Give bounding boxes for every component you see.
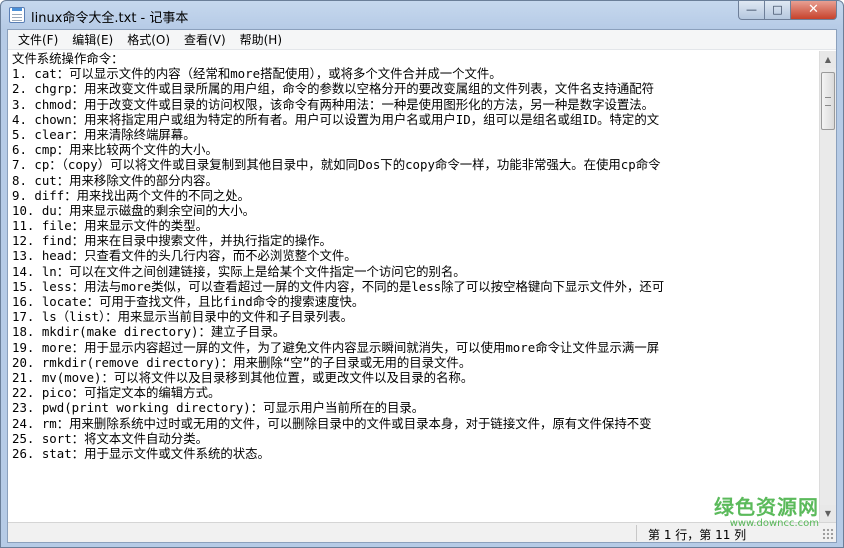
status-divider <box>636 525 637 541</box>
title-bar[interactable]: linux命令大全.txt - 记事本 — □ ✕ <box>1 1 843 29</box>
text-line: 20. rmkdir(remove directory)：用来删除“空”的子目录… <box>12 354 472 370</box>
cursor-position: 第 1 行，第 11 列 <box>648 528 747 542</box>
text-line: 14. ln：可以在文件之间创建链接，实际上是给某个文件指定一个访问它的别名。 <box>12 263 466 279</box>
text-line: 6. cmp：用来比较两个文件的大小。 <box>12 142 218 158</box>
status-bar: 第 1 行，第 11 列 <box>8 522 836 542</box>
window-title: linux命令大全.txt - 记事本 <box>31 11 189 26</box>
text-editor[interactable]: 文件系统操作命令： 1. cat：可以显示文件的内容（经常和more搭配使用），或… <box>8 51 819 522</box>
minimize-icon: — <box>746 3 757 16</box>
vertical-scrollbar[interactable]: ▲ ▼ <box>819 51 836 522</box>
menu-file[interactable]: 文件(F) <box>11 30 65 50</box>
menu-view[interactable]: 查看(V) <box>177 30 233 50</box>
text-line: 16. locate：可用于查找文件，且比find命令的搜索速度快。 <box>12 294 365 309</box>
scrollbar-thumb[interactable] <box>821 72 835 130</box>
menu-help[interactable]: 帮助(H) <box>233 30 289 50</box>
close-button[interactable]: ✕ <box>791 1 837 20</box>
notepad-icon[interactable] <box>9 7 25 23</box>
menu-edit[interactable]: 编辑(E) <box>65 30 120 50</box>
notepad-window: linux命令大全.txt - 记事本 — □ ✕ 文件(F) 编辑(E) 格式… <box>0 0 844 548</box>
text-line: 13. head：只查看文件的头几行内容，而不必浏览整个文件。 <box>12 248 357 264</box>
text-line: 2. chgrp：用来改变文件或目录所属的用户组，命令的参数以空格分开的要改变属… <box>12 81 655 97</box>
client-area: 文件(F) 编辑(E) 格式(O) 查看(V) 帮助(H) 文件系统操作命令： 1… <box>7 29 837 543</box>
text-line: 17. ls（list）：用来显示当前目录中的文件和子目录列表。 <box>12 309 353 325</box>
scroll-down-arrow-icon[interactable]: ▼ <box>820 505 836 522</box>
resize-grip-icon[interactable] <box>822 528 834 540</box>
text-line: 1. cat：可以显示文件的内容（经常和more搭配使用），或将多个文件合并成一… <box>12 66 502 82</box>
text-line: 18. mkdir(make directory)：建立子目录。 <box>12 324 286 340</box>
text-line: 24. rm：用来删除系统中过时或无用的文件，可以删除目录中的文件或目录本身，对… <box>12 415 652 431</box>
text-line: 4. chown：用来将指定用户或组为特定的所有者。用户可以设置为用户名或用户I… <box>12 111 660 127</box>
text-line: 7. cp：（copy）可以将文件或目录复制到其他目录中，就如同Dos下的cop… <box>12 157 661 173</box>
text-line: 9. diff：用来找出两个文件的不同之处。 <box>12 187 251 203</box>
text-line: 23. pwd(print working directory)：可显示用户当前… <box>12 400 425 416</box>
menu-bar: 文件(F) 编辑(E) 格式(O) 查看(V) 帮助(H) <box>8 30 836 50</box>
text-line: 文件系统操作命令： <box>12 51 124 66</box>
text-line: 22. pico：可指定文本的编辑方式。 <box>12 385 221 401</box>
text-line: 3. chmod：用于改变文件或目录的访问权限，该命令有两种用法：一种是使用图形… <box>12 96 655 112</box>
text-line: 21. mv(move)：可以将文件以及目录移到其他位置，或更改文件以及目录的名… <box>12 369 474 385</box>
maximize-icon: □ <box>772 3 783 16</box>
text-line: 15. less：用法与more类似，可以查看超过一屏的文件内容，不同的是les… <box>12 278 665 294</box>
text-line: 12. find：用来在目录中搜索文件，并执行指定的操作。 <box>12 233 332 249</box>
maximize-button[interactable]: □ <box>765 1 791 20</box>
text-line: 8. cut：用来移除文件的部分内容。 <box>12 172 218 188</box>
text-line: 19. more：用于显示内容超过一屏的文件，为了避免文件内容显示瞬间就消失，可… <box>12 339 660 355</box>
text-line: 5. clear：用来清除终端屏幕。 <box>12 126 196 142</box>
minimize-button[interactable]: — <box>738 1 765 20</box>
window-controls: — □ ✕ <box>738 1 837 21</box>
text-line: 10. du：用来显示磁盘的剩余空间的大小。 <box>12 202 256 218</box>
text-line: 11. file：用来显示文件的类型。 <box>12 218 208 234</box>
text-line: 25. sort：将文本文件自动分类。 <box>12 430 208 446</box>
close-icon: ✕ <box>808 2 819 17</box>
menu-format[interactable]: 格式(O) <box>120 30 177 50</box>
scroll-up-arrow-icon[interactable]: ▲ <box>820 51 836 68</box>
text-line: 26. stat：用于显示文件或文件系统的状态。 <box>12 445 270 461</box>
